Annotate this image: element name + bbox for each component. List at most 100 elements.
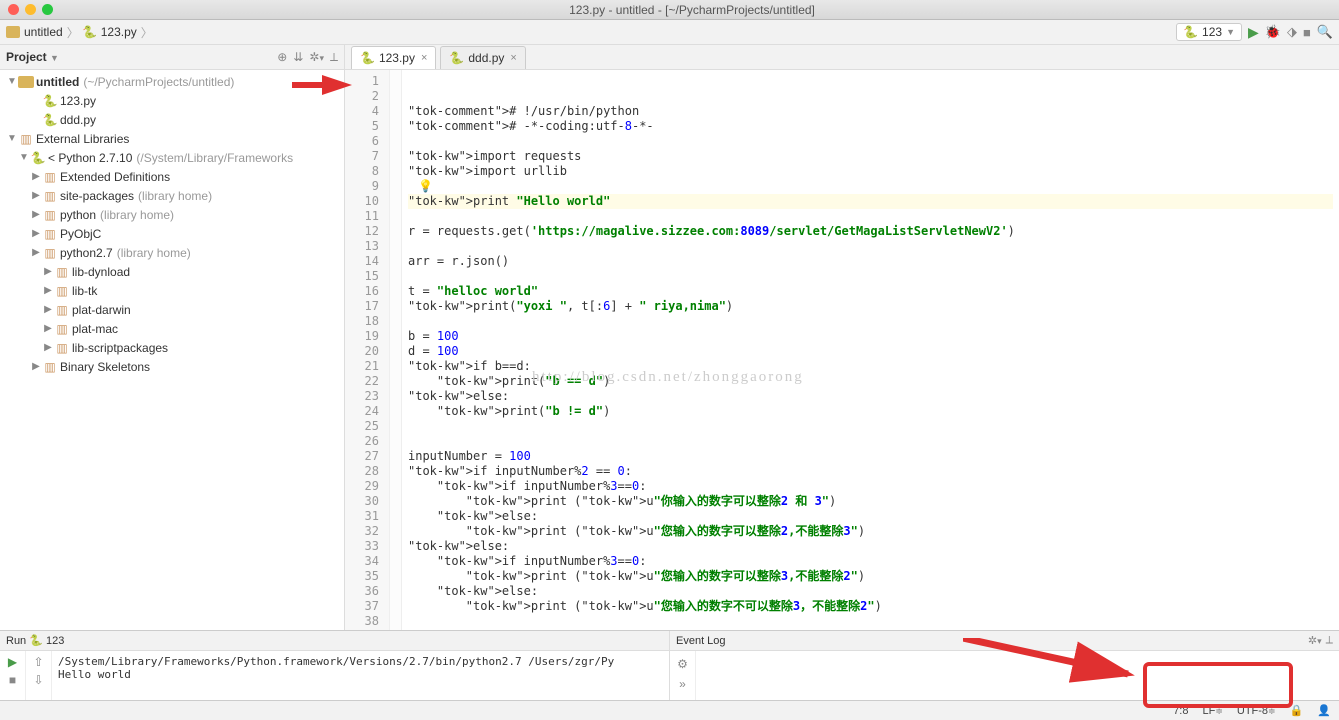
editor-tab[interactable]: 🐍 ddd.py ×	[440, 46, 525, 69]
folder-icon: ▥	[42, 208, 58, 222]
python-icon: 🐍	[1183, 25, 1198, 39]
expand-icon[interactable]: »	[679, 677, 686, 691]
tree-folder[interactable]: ▶▥lib-dynload	[0, 262, 344, 281]
chevron-right-icon: 〉	[141, 24, 153, 41]
gear-icon[interactable]: ✲▾	[1308, 634, 1322, 647]
annotation-arrow	[322, 75, 352, 95]
up-button[interactable]: ⇧	[33, 655, 43, 669]
run-configuration-selector[interactable]: 🐍 123 ▼	[1176, 23, 1242, 41]
line-number-gutter: 1245678910111213141516171819202122232425…	[345, 70, 390, 630]
chevron-right-icon: 〉	[67, 24, 79, 41]
minimize-window-icon[interactable]	[25, 4, 36, 15]
folder-icon: ▥	[42, 246, 58, 260]
tree-folder[interactable]: ▶▥lib-tk	[0, 281, 344, 300]
python-file-icon: 🐍	[83, 25, 97, 39]
cursor-position[interactable]: 7:8	[1173, 705, 1188, 717]
run-panel-toolbar2: ⇧ ⇩	[26, 651, 52, 700]
run-button[interactable]: ▶	[1248, 24, 1259, 41]
python-icon: 🐍	[29, 634, 43, 647]
navigation-bar: untitled 〉 🐍 123.py 〉 🐍 123 ▼ ▶ 🐞 ⬗ ■ 🔍	[0, 20, 1339, 45]
folder-icon: ▥	[54, 341, 70, 355]
close-tab-icon[interactable]: ×	[510, 52, 516, 64]
run-tool-window: Run 🐍 123 ▶ ■ ⇧ ⇩ /System/Library/Framew…	[0, 631, 670, 700]
run-panel-title: Run	[6, 635, 26, 647]
window-controls[interactable]	[8, 4, 53, 15]
editor-area: 🐍 123.py × 🐍 ddd.py × 124567891011121314…	[345, 45, 1339, 630]
tree-folder[interactable]: ▶▥python(library home)	[0, 205, 344, 224]
run-with-coverage-button[interactable]: ⬗	[1287, 24, 1297, 40]
event-log-content[interactable]	[696, 651, 1339, 700]
status-bar: 7:8 LF≑ UTF-8≑ 🔒 👤	[0, 700, 1339, 720]
search-everywhere-button[interactable]: 🔍	[1317, 24, 1333, 40]
bottom-tool-windows: Run 🐍 123 ▶ ■ ⇧ ⇩ /System/Library/Framew…	[0, 630, 1339, 700]
folder-icon: ▥	[54, 265, 70, 279]
hide-icon[interactable]: ⟂	[330, 50, 338, 65]
folder-icon: ▥	[42, 360, 58, 374]
tree-external-libs[interactable]: ▼▥External Libraries	[0, 129, 344, 148]
tree-folder[interactable]: ▶▥site-packages(library home)	[0, 186, 344, 205]
breadcrumb-file[interactable]: 123.py	[101, 25, 137, 39]
stop-button[interactable]: ■	[9, 673, 16, 687]
close-tab-icon[interactable]: ×	[421, 52, 427, 64]
tree-folder[interactable]: ▶▥lib-scriptpackages	[0, 338, 344, 357]
console-output[interactable]: /System/Library/Frameworks/Python.framew…	[52, 651, 669, 700]
project-tree[interactable]: ▼untitled(~/PycharmProjects/untitled) 🐍1…	[0, 70, 344, 630]
event-log-toolbar: ⚙ »	[670, 651, 696, 700]
python-file-icon: 🐍	[42, 113, 58, 127]
folder-icon: ▥	[42, 170, 58, 184]
rerun-button[interactable]: ▶	[8, 655, 17, 669]
window-titlebar: 123.py - untitled - [~/PycharmProjects/u…	[0, 0, 1339, 20]
run-panel-config: 123	[46, 635, 64, 647]
project-view-selector[interactable]: Project ▼	[6, 50, 59, 64]
tree-folder[interactable]: ▶▥Binary Skeletons	[0, 357, 344, 376]
editor-tab-active[interactable]: 🐍 123.py ×	[351, 46, 436, 69]
editor-tab-label: 123.py	[379, 51, 415, 65]
chevron-down-icon: ▼	[1226, 27, 1235, 37]
down-button[interactable]: ⇩	[33, 673, 43, 687]
run-panel-header[interactable]: Run 🐍 123	[0, 631, 669, 651]
tree-folder[interactable]: ▶▥plat-darwin	[0, 300, 344, 319]
event-log-title: Event Log	[676, 635, 726, 647]
folder-icon: ▥	[54, 322, 70, 336]
toolbar-right: 🐍 123 ▼ ▶ 🐞 ⬗ ■ 🔍	[1176, 23, 1333, 41]
project-tool-window: Project ▼ ⊕ ⇊ ✲▾ ⟂ ▼untitled(~/PycharmPr…	[0, 45, 345, 630]
tree-folder[interactable]: ▶▥PyObjC	[0, 224, 344, 243]
python-icon: 🐍	[30, 151, 46, 165]
editor-tabs: 🐍 123.py × 🐍 ddd.py ×	[345, 45, 1339, 70]
collapse-all-icon[interactable]: ⇊	[293, 50, 303, 65]
scroll-from-source-icon[interactable]: ⊕	[277, 50, 287, 65]
tree-folder[interactable]: ▶▥python2.7(library home)	[0, 243, 344, 262]
console-line: Hello world	[58, 668, 663, 681]
folder-icon	[18, 76, 34, 88]
maximize-window-icon[interactable]	[42, 4, 53, 15]
tree-folder[interactable]: ▶▥plat-mac	[0, 319, 344, 338]
code-editor[interactable]: 1245678910111213141516171819202122232425…	[345, 70, 1339, 630]
python-file-icon: 🐍	[449, 51, 464, 65]
tree-file[interactable]: 🐍ddd.py	[0, 110, 344, 129]
tree-file[interactable]: 🐍123.py	[0, 91, 344, 110]
tree-python-interpreter[interactable]: ▼🐍< Python 2.7.10(/System/Library/Framew…	[0, 148, 344, 167]
hide-icon[interactable]: ⟂	[1326, 634, 1333, 647]
libraries-icon: ▥	[18, 132, 34, 146]
debug-button[interactable]: 🐞	[1265, 24, 1281, 40]
run-config-label: 123	[1202, 25, 1222, 39]
breadcrumb[interactable]: untitled 〉 🐍 123.py 〉	[6, 24, 153, 41]
gear-icon[interactable]: ✲▾	[309, 50, 324, 65]
event-log-header[interactable]: Event Log ✲▾ ⟂	[670, 631, 1339, 651]
tree-folder[interactable]: ▶▥Extended Definitions	[0, 167, 344, 186]
python-file-icon: 🐍	[42, 94, 58, 108]
folder-icon	[6, 26, 20, 38]
code-content[interactable]: "tok-comment"># !/usr/bin/python"tok-com…	[402, 70, 1339, 630]
close-window-icon[interactable]	[8, 4, 19, 15]
breadcrumb-folder[interactable]: untitled	[24, 25, 63, 39]
lock-icon[interactable]: 🔒	[1290, 704, 1304, 717]
hector-icon[interactable]: 👤	[1317, 704, 1331, 717]
project-panel-header: Project ▼ ⊕ ⇊ ✲▾ ⟂	[0, 45, 344, 70]
event-log-tool-window: Event Log ✲▾ ⟂ ⚙ »	[670, 631, 1339, 700]
folder-icon: ▥	[42, 227, 58, 241]
stop-button[interactable]: ■	[1303, 25, 1311, 40]
filter-icon[interactable]: ⚙	[677, 657, 688, 671]
file-encoding[interactable]: UTF-8≑	[1237, 705, 1276, 717]
line-separator[interactable]: LF≑	[1202, 705, 1222, 717]
window-title: 123.py - untitled - [~/PycharmProjects/u…	[53, 3, 1331, 17]
